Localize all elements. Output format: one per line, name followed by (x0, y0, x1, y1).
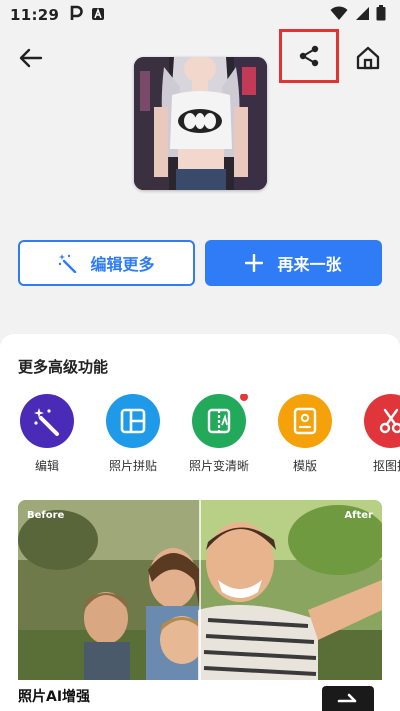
magic-wand-icon (34, 408, 59, 436)
scissors-icon (379, 408, 400, 434)
wifi-icon (330, 5, 348, 25)
magic-wand-icon (59, 254, 77, 273)
feature-sharpen-circle (192, 394, 248, 448)
collage-icon (120, 408, 146, 434)
banner-go-button[interactable] (322, 686, 374, 711)
ai-enhance-banner[interactable]: Before After 照片AI增强 (18, 500, 382, 711)
feature-sharpen[interactable]: 照片变清晰 (179, 394, 259, 474)
feature-template-label: 模版 (292, 459, 317, 473)
arrow-right-icon (337, 693, 357, 702)
feature-cutout-circle (364, 394, 400, 448)
plus-icon (245, 254, 264, 272)
feature-cutout-label: 抠图换 (372, 459, 400, 473)
edit-more-label: 编辑更多 (90, 255, 155, 274)
banner-title: 照片AI增强 (18, 689, 91, 705)
more-features-title: 更多高级功能 (18, 358, 109, 376)
notification-a-icon (91, 6, 105, 25)
feature-template[interactable]: 模版 (265, 394, 345, 474)
share-button[interactable] (279, 29, 339, 83)
feature-edit[interactable]: 编辑 (7, 394, 87, 474)
feature-cutout[interactable]: 抠图换 (351, 394, 400, 474)
result-image (134, 57, 267, 190)
signal-icon (354, 6, 370, 25)
generate-again-button[interactable]: 再来一张 (205, 240, 382, 286)
more-features-sheet: 更多高级功能 编辑 照片拼贴 照片变清晰 模版 抠图 Before After … (0, 334, 400, 711)
notification-p-icon (69, 5, 84, 25)
home-icon (356, 46, 380, 70)
before-after-photo (18, 500, 382, 680)
edit-more-button[interactable]: 编辑更多 (18, 240, 195, 286)
share-icon (299, 45, 319, 67)
before-label: Before (27, 510, 65, 521)
feature-collage[interactable]: 照片拼贴 (93, 394, 173, 474)
template-icon (293, 407, 317, 435)
feature-edit-circle (20, 394, 74, 448)
back-button[interactable] (18, 46, 44, 70)
feature-template-circle (278, 394, 332, 448)
home-button[interactable] (355, 45, 381, 71)
status-time: 11:29 (10, 6, 60, 24)
after-label: After (344, 510, 373, 521)
banner-footer: 照片AI增强 (18, 680, 382, 711)
status-bar: 11:29 (0, 0, 400, 30)
features-row[interactable]: 编辑 照片拼贴 照片变清晰 模版 抠图 (0, 394, 400, 478)
battery-icon (376, 5, 386, 25)
feature-collage-label: 照片拼贴 (108, 459, 157, 473)
feature-collage-circle (106, 394, 160, 448)
generate-again-label: 再来一张 (277, 255, 342, 274)
new-badge-dot (240, 394, 248, 401)
feature-sharpen-label: 照片变清晰 (188, 459, 249, 473)
arrow-left-icon (19, 48, 43, 68)
result-image-thumbnail[interactable] (134, 57, 267, 190)
feature-edit-label: 编辑 (34, 459, 59, 473)
sharpen-icon (207, 408, 231, 434)
